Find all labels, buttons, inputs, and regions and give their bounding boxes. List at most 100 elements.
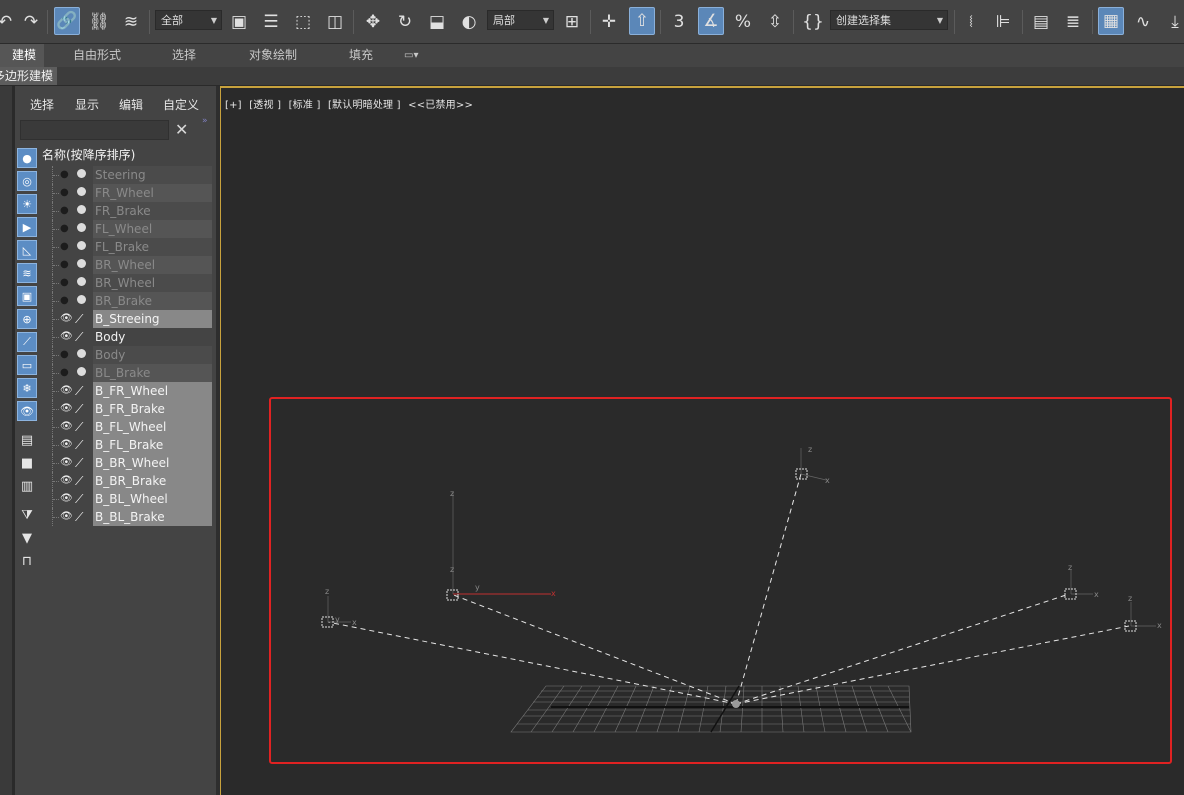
name-column-header[interactable]: 名称(按降序排序) <box>42 146 212 164</box>
angle-snap-icon[interactable]: ∡ <box>698 7 724 35</box>
display-lights-icon[interactable]: ☀ <box>17 194 37 214</box>
visibility-eye-icon[interactable]: 👁 <box>60 458 73 468</box>
display-frozen-icon[interactable]: ❄ <box>17 378 37 398</box>
menu-edit[interactable]: 编辑 <box>119 96 143 113</box>
display-geometry-icon[interactable]: ● <box>17 148 37 168</box>
display-hidden-icon[interactable]: 👁 <box>17 401 37 421</box>
select-and-link-icon[interactable]: 🔗 <box>54 7 80 35</box>
menu-display[interactable]: 显示 <box>75 96 99 113</box>
display-none-icon[interactable]: ■ <box>17 453 37 473</box>
layers-icon[interactable]: ≣ <box>1060 8 1086 36</box>
percent-snap-icon[interactable]: % <box>730 8 756 36</box>
rotate-icon[interactable]: ↻ <box>392 8 418 36</box>
list-item[interactable]: ● FL_Brake <box>42 238 212 256</box>
display-spacewarps-icon[interactable]: ≋ <box>17 263 37 283</box>
keyboard-shortcut-override-icon[interactable]: ⇧ <box>629 7 655 35</box>
list-item[interactable]: ● BR_Wheel <box>42 256 212 274</box>
tab-modeling[interactable]: 建模 <box>12 44 36 67</box>
display-shapes-icon[interactable]: ◎ <box>17 171 37 191</box>
tab-object-paint[interactable]: 对象绘制 <box>249 44 297 67</box>
ribbon-options-icon[interactable]: ▭▾ <box>404 44 418 67</box>
list-item[interactable]: ● BR_Wheel <box>42 274 212 292</box>
visibility-eye-icon[interactable]: ● <box>60 206 73 216</box>
layer-explorer-icon[interactable]: ▤ <box>1028 8 1054 36</box>
visibility-eye-icon[interactable]: ● <box>60 296 73 306</box>
visibility-eye-icon[interactable]: ● <box>60 350 73 360</box>
visibility-eye-icon[interactable]: 👁 <box>60 476 73 486</box>
list-item[interactable]: 👁 ⟋ B_BL_Wheel <box>42 490 212 508</box>
funnel-icon[interactable]: ▼ <box>17 528 37 548</box>
tab-freeform[interactable]: 自由形式 <box>73 44 121 67</box>
select-manipulate-icon[interactable]: ✛ <box>596 8 622 36</box>
visibility-eye-icon[interactable]: ● <box>60 188 73 198</box>
list-item[interactable]: ● Steering <box>42 166 212 184</box>
list-item[interactable]: 👁 ⟋ B_FR_Wheel <box>42 382 212 400</box>
visibility-eye-icon[interactable]: 👁 <box>60 314 73 324</box>
list-item[interactable]: ● FR_Brake <box>42 202 212 220</box>
visibility-eye-icon[interactable]: 👁 <box>60 440 73 450</box>
display-containers-icon[interactable]: ▭ <box>17 355 37 375</box>
chevron-expand-icon[interactable]: » <box>202 116 208 126</box>
container-icon[interactable]: ⊓ <box>17 551 37 571</box>
subtab-poly-modeling[interactable]: 多边形建模 <box>0 67 58 85</box>
filter-icon[interactable]: ⧩ <box>17 505 37 525</box>
list-item[interactable]: 👁 ⟋ B_FL_Brake <box>42 436 212 454</box>
search-input[interactable] <box>20 120 169 140</box>
invert-display-icon[interactable]: ▥ <box>17 476 37 496</box>
undo-icon[interactable]: ↶ <box>0 8 18 36</box>
display-cameras-icon[interactable]: ▶ <box>17 217 37 237</box>
visibility-eye-icon[interactable]: 👁 <box>60 386 73 396</box>
list-item[interactable]: ● FL_Wheel <box>42 220 212 238</box>
visibility-eye-icon[interactable]: ● <box>60 368 73 378</box>
pivot-center-icon[interactable]: ⊞ <box>559 8 585 36</box>
edit-named-selection-icon[interactable]: {} <box>800 8 826 36</box>
unlink-icon[interactable]: ⛓ <box>86 8 112 36</box>
rectangular-selection-icon[interactable]: ⬚ <box>290 8 316 36</box>
list-item[interactable]: 👁 ⟋ B_BR_Wheel <box>42 454 212 472</box>
tab-populate[interactable]: 填充 <box>349 44 373 67</box>
display-groups-icon[interactable]: ▣ <box>17 286 37 306</box>
schematic-icon[interactable]: ⤓ <box>1162 8 1184 36</box>
visibility-eye-icon[interactable]: ● <box>60 278 73 288</box>
list-item[interactable]: ● BR_Brake <box>42 292 212 310</box>
spinner-snap-icon[interactable]: ⇳ <box>762 8 788 36</box>
visibility-eye-icon[interactable]: 👁 <box>60 404 73 414</box>
visibility-eye-icon[interactable]: 👁 <box>60 512 73 522</box>
menu-select[interactable]: 选择 <box>30 96 54 113</box>
tab-selection[interactable]: 选择 <box>172 44 196 67</box>
redo-icon[interactable]: ↷ <box>18 8 44 36</box>
list-item[interactable]: 👁 ⟋ B_BR_Brake <box>42 472 212 490</box>
close-icon[interactable]: ✕ <box>175 120 188 139</box>
list-item[interactable]: 👁 ⟋ B_FL_Wheel <box>42 418 212 436</box>
list-item[interactable]: 👁 ⟋ B_Streeing <box>42 310 212 328</box>
list-item[interactable]: ● FR_Wheel <box>42 184 212 202</box>
display-all-icon[interactable]: ▤ <box>17 430 37 450</box>
visibility-eye-icon[interactable]: ● <box>60 224 73 234</box>
display-helpers-icon[interactable]: ◺ <box>17 240 37 260</box>
move-icon[interactable]: ✥ <box>360 8 386 36</box>
scale-icon[interactable]: ⬓ <box>424 8 450 36</box>
list-item[interactable]: 👁 ⟋ B_FR_Brake <box>42 400 212 418</box>
mirror-icon[interactable]: ⧙ <box>958 8 984 36</box>
visibility-eye-icon[interactable]: ● <box>60 170 73 180</box>
visibility-eye-icon[interactable]: 👁 <box>60 494 73 504</box>
list-item[interactable]: 👁 ⟋ B_BL_Brake <box>42 508 212 526</box>
select-by-name-icon[interactable]: ☰ <box>258 8 284 36</box>
select-object-icon[interactable]: ▣ <box>226 8 252 36</box>
align-icon[interactable]: ⊫ <box>990 8 1016 36</box>
coord-system-dropdown[interactable]: 局部 ▼ <box>487 10 554 30</box>
window-crossing-icon[interactable]: ◫ <box>322 8 348 36</box>
display-xrefs-icon[interactable]: ⊕ <box>17 309 37 329</box>
named-selection-dropdown[interactable]: 创建选择集 ▼ <box>830 10 948 30</box>
ribbon-toggle-icon[interactable]: ▦ <box>1098 7 1124 35</box>
list-item[interactable]: ● Body <box>42 346 212 364</box>
snaps-toggle-icon[interactable]: 3 <box>666 8 692 36</box>
visibility-eye-icon[interactable]: 👁 <box>60 332 73 342</box>
menu-customize[interactable]: 自定义 <box>163 96 199 113</box>
place-icon[interactable]: ◐ <box>456 8 482 36</box>
visibility-eye-icon[interactable]: ● <box>60 260 73 270</box>
selection-filter-dropdown[interactable]: 全部 ▼ <box>155 10 222 30</box>
visibility-eye-icon[interactable]: ● <box>60 242 73 252</box>
bind-space-warp-icon[interactable]: ≋ <box>118 8 144 36</box>
list-item[interactable]: 👁 ⟋ Body <box>42 328 212 346</box>
